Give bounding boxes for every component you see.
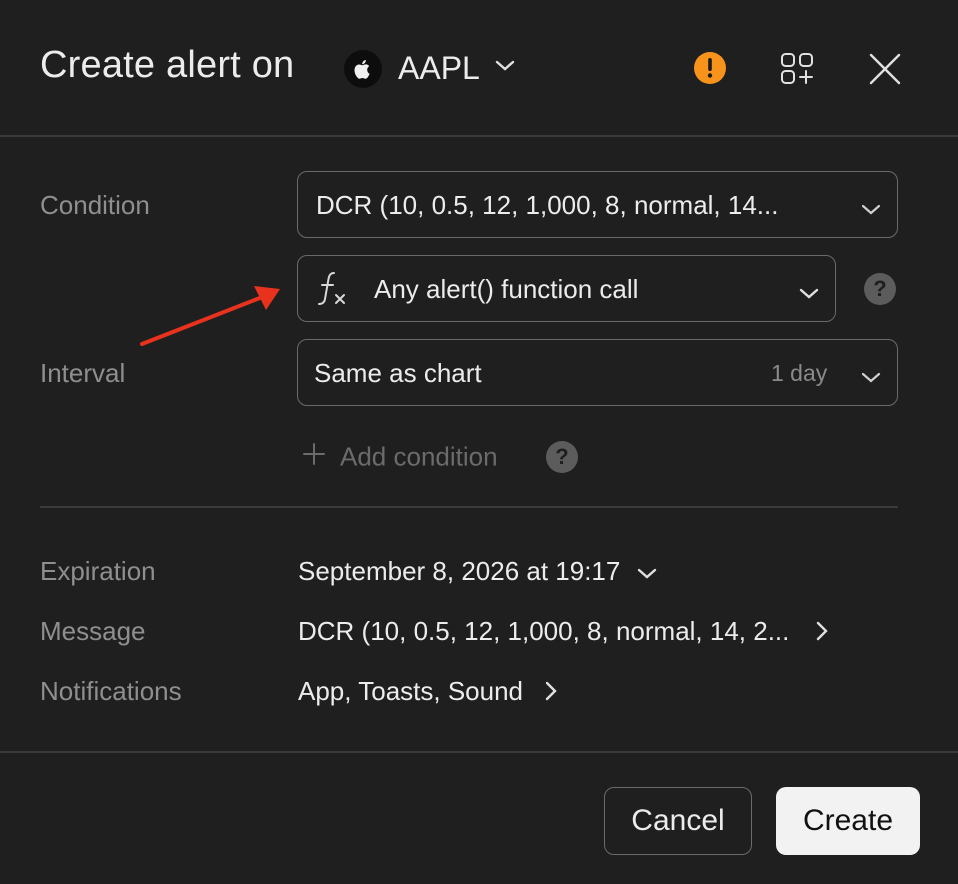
function-value: Any alert() function call: [374, 274, 639, 304]
expiration-label: Expiration: [40, 556, 156, 586]
condition-label: Condition: [40, 190, 150, 220]
section-divider: [40, 506, 898, 508]
help-icon[interactable]: ?: [546, 441, 578, 473]
close-icon[interactable]: [868, 52, 902, 91]
notifications-text: App, Toasts, Sound: [298, 676, 524, 706]
annotation-arrow-icon: [140, 286, 280, 346]
notifications-value[interactable]: App, Toasts, Sound: [298, 676, 558, 709]
add-condition-button[interactable]: Add condition: [302, 440, 498, 473]
chevron-down-icon: [860, 362, 882, 393]
interval-value: Same as chart: [314, 358, 482, 388]
chevron-down-icon: [860, 194, 882, 225]
message-label: Message: [40, 616, 146, 646]
function-icon: [316, 269, 352, 316]
chevron-right-icon: [544, 678, 558, 709]
chevron-down-icon: [636, 558, 658, 589]
dialog-title: Create alert on: [40, 44, 295, 86]
add-condition-label: Add condition: [340, 441, 498, 472]
plus-icon: [302, 442, 326, 473]
chevron-down-icon[interactable]: [494, 58, 516, 79]
symbol-label[interactable]: AAPL: [398, 50, 480, 87]
function-select[interactable]: Any alert() function call: [297, 255, 836, 322]
message-text: DCR (10, 0.5, 12, 1,000, 8, normal, 14, …: [298, 616, 790, 646]
footer-divider: [0, 751, 958, 753]
header-divider: [0, 135, 958, 137]
create-button[interactable]: Create: [776, 787, 920, 855]
chevron-right-icon: [815, 618, 829, 649]
condition-select[interactable]: DCR (10, 0.5, 12, 1,000, 8, normal, 14..…: [297, 171, 898, 238]
notifications-label: Notifications: [40, 676, 182, 706]
apple-logo-icon: [344, 50, 382, 88]
dialog-header: Create alert on AAPL: [0, 0, 958, 136]
interval-label: Interval: [40, 358, 126, 388]
interval-hint: 1 day: [771, 360, 828, 386]
help-icon[interactable]: ?: [864, 273, 896, 305]
condition-value: DCR (10, 0.5, 12, 1,000, 8, normal, 14..…: [316, 190, 779, 220]
message-value[interactable]: DCR (10, 0.5, 12, 1,000, 8, normal, 14, …: [298, 616, 829, 649]
interval-select[interactable]: Same as chart 1 day: [297, 339, 898, 406]
chevron-down-icon: [798, 278, 820, 309]
cancel-button[interactable]: Cancel: [604, 787, 752, 855]
expiration-value[interactable]: September 8, 2026 at 19:17: [298, 556, 658, 589]
expiration-text: September 8, 2026 at 19:17: [298, 556, 621, 586]
add-widget-icon[interactable]: [780, 52, 816, 91]
warning-icon[interactable]: [694, 52, 726, 84]
